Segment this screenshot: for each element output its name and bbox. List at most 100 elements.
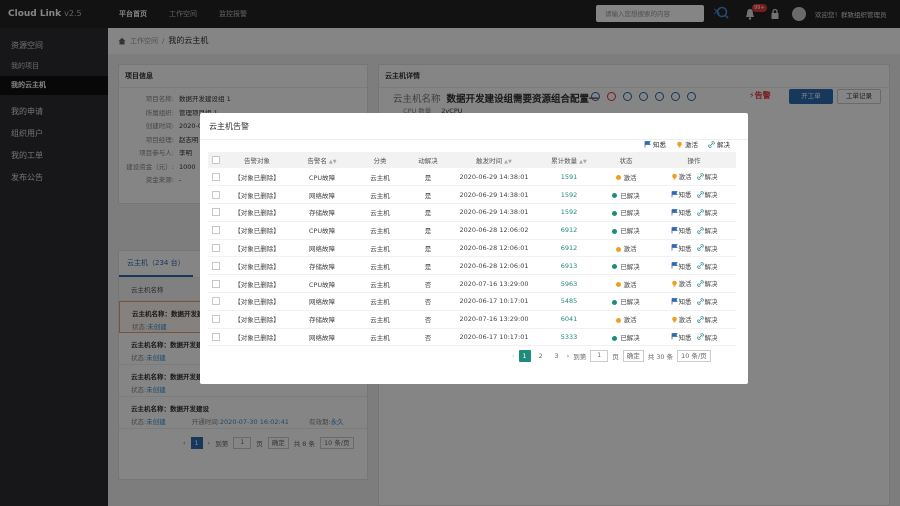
cell-auto-resolve: 是 (406, 185, 450, 205)
row-checkbox[interactable] (208, 274, 224, 294)
cell-status: 已解决 (600, 221, 652, 240)
cell-category: 云主机 (354, 185, 406, 205)
row-checkbox[interactable] (208, 310, 224, 329)
row-checkbox[interactable] (208, 292, 224, 311)
row-action-resolve[interactable]: 解决 (696, 314, 718, 324)
link-icon (696, 297, 704, 305)
row-action-acknowledge[interactable]: 知悉 (671, 207, 692, 217)
table-row[interactable]: 【对象已删除】 存储故障 云主机是 2020-06-29 14:38:01 1592 已解… (208, 203, 736, 222)
link-icon (696, 262, 704, 269)
cell-status: 已解决 (600, 203, 652, 222)
select-all-checkbox[interactable] (208, 152, 224, 168)
cell-status: 激活 (600, 274, 652, 294)
cell-total-count[interactable]: 5963 (538, 274, 600, 294)
table-row[interactable]: 【对象已删除】 网络故障 云主机否 2020-06-17 10:17:01 5333 已解… (208, 328, 736, 347)
link-icon (696, 191, 704, 198)
page-1[interactable]: 1 (518, 350, 531, 362)
row-action-resolve[interactable]: 解决 (696, 189, 718, 199)
cell-trigger-time: 2020-06-28 12:06:02 (450, 221, 538, 240)
resolve-button[interactable]: 解决 (708, 139, 730, 149)
table-row[interactable]: 【对象已删除】 存储故障 云主机否 2020-07-16 13:29:00 6041 激活… (208, 310, 736, 329)
flag-icon (671, 262, 678, 269)
alarm-table: 告警对象 告警名 ▲▼ 分类 动解决 触发时间 ▲▼ 累计数量 ▲▼ 状态 操作 【对… (208, 152, 736, 347)
status-dot (612, 228, 618, 234)
row-checkbox[interactable] (208, 239, 224, 258)
cell-total-count[interactable]: 6912 (538, 239, 600, 258)
bulb-icon (671, 173, 677, 180)
page-3[interactable]: 3 (551, 350, 563, 362)
bulb-icon (677, 141, 682, 147)
col-alarm-name[interactable]: 告警名 ▲▼ (290, 152, 354, 168)
row-action-resolve[interactable]: 解决 (696, 207, 718, 217)
table-row[interactable]: 【对象已删除】 CPU故障 云主机否 2020-07-16 13:29:00 5963 激… (208, 274, 736, 294)
status-dot (612, 299, 618, 305)
cell-actions: 激活 解决 (652, 310, 736, 329)
cell-total-count[interactable]: 1592 (538, 185, 600, 205)
table-row[interactable]: 【对象已删除】 网络故障 云主机否 2020-06-17 10:17:01 5485 已解… (208, 292, 736, 311)
cell-total-count[interactable]: 6912 (538, 221, 600, 240)
cell-actions: 激活 解决 (652, 274, 736, 294)
cell-auto-resolve: 是 (406, 239, 450, 258)
cell-auto-resolve: 是 (406, 203, 450, 222)
row-action-resolve[interactable]: 解决 (696, 296, 718, 306)
row-action-activate[interactable]: 激活 (671, 314, 692, 324)
row-action-acknowledge[interactable]: 知悉 (671, 243, 692, 253)
cell-total-count[interactable]: 1592 (538, 203, 600, 222)
table-row[interactable]: 【对象已删除】 存储故障 云主机是 2020-06-28 12:06:01 6913 已解… (208, 256, 736, 276)
row-checkbox[interactable] (208, 328, 224, 347)
cell-trigger-time: 2020-07-16 13:29:00 (450, 274, 538, 294)
cell-actions: 知悉 解决 (652, 185, 736, 205)
row-action-resolve[interactable]: 解决 (696, 261, 718, 271)
page-size-select[interactable]: 10 条/页 (677, 350, 711, 362)
table-row[interactable]: 【对象已删除】 CPU故障 云主机是 2020-06-29 14:38:01 1591 激… (208, 168, 736, 187)
table-row[interactable]: 【对象已删除】 网络故障 云主机是 2020-06-29 14:38:01 1592 已解… (208, 185, 736, 205)
prev-page-icon[interactable]: ‹ (512, 352, 515, 360)
row-action-acknowledge[interactable]: 知悉 (671, 296, 692, 306)
row-action-resolve[interactable]: 解决 (696, 171, 718, 181)
row-checkbox[interactable] (208, 221, 224, 240)
cell-total-count[interactable]: 6913 (538, 256, 600, 276)
acknowledge-button[interactable]: 知悉 (644, 139, 666, 149)
cell-total-count[interactable]: 1591 (538, 168, 600, 187)
table-row[interactable]: 【对象已删除】 CPU故障 云主机是 2020-06-28 12:06:02 6912 已… (208, 221, 736, 240)
col-trigger-time[interactable]: 触发时间 ▲▼ (450, 152, 538, 168)
row-action-resolve[interactable]: 解决 (696, 332, 718, 342)
row-checkbox[interactable] (208, 256, 224, 276)
row-action-acknowledge[interactable]: 知悉 (671, 189, 692, 199)
cell-alarm-object: 【对象已删除】 (224, 256, 290, 276)
table-row[interactable]: 【对象已删除】 网络故障 云主机是 2020-06-28 12:06:01 6912 激活… (208, 239, 736, 258)
row-action-acknowledge[interactable]: 知悉 (671, 225, 692, 235)
cell-total-count[interactable]: 5485 (538, 292, 600, 311)
status-text: 已解决 (620, 227, 640, 236)
row-checkbox[interactable] (208, 185, 224, 205)
cell-total-count[interactable]: 6041 (538, 310, 600, 329)
link-icon (696, 333, 704, 341)
cell-actions: 知悉 解决 (652, 221, 736, 240)
row-action-resolve[interactable]: 解决 (696, 278, 718, 288)
row-action-resolve[interactable]: 解决 (696, 243, 718, 253)
page-2[interactable]: 2 (535, 350, 547, 362)
status-dot (612, 193, 618, 199)
table-header: 告警对象 告警名 ▲▼ 分类 动解决 触发时间 ▲▼ 累计数量 ▲▼ 状态 操作 (208, 152, 736, 168)
row-checkbox[interactable] (208, 168, 224, 187)
row-action-acknowledge[interactable]: 知悉 (671, 261, 692, 271)
flag-icon (671, 333, 678, 340)
cell-alarm-name: 网络故障 (290, 185, 354, 205)
cell-category: 云主机 (354, 310, 406, 329)
cell-total-count[interactable]: 5333 (538, 328, 600, 347)
row-checkbox[interactable] (208, 203, 224, 222)
row-action-acknowledge[interactable]: 知悉 (671, 332, 692, 342)
col-alarm-object: 告警对象 (224, 152, 290, 168)
col-total-count[interactable]: 累计数量 ▲▼ (538, 152, 600, 168)
flag-icon (644, 140, 651, 147)
row-action-activate[interactable]: 激活 (671, 278, 692, 288)
activate-button[interactable]: 激活 (676, 139, 698, 149)
next-page-icon[interactable]: › (567, 352, 570, 360)
status-text: 已解决 (620, 262, 640, 271)
row-action-resolve[interactable]: 解决 (696, 225, 718, 235)
goto-button[interactable]: 确定 (622, 350, 644, 362)
cell-auto-resolve: 否 (406, 328, 450, 347)
page-input[interactable]: 1 (590, 350, 609, 362)
row-action-activate[interactable]: 激活 (671, 171, 692, 181)
cell-alarm-name: 网络故障 (290, 292, 354, 311)
